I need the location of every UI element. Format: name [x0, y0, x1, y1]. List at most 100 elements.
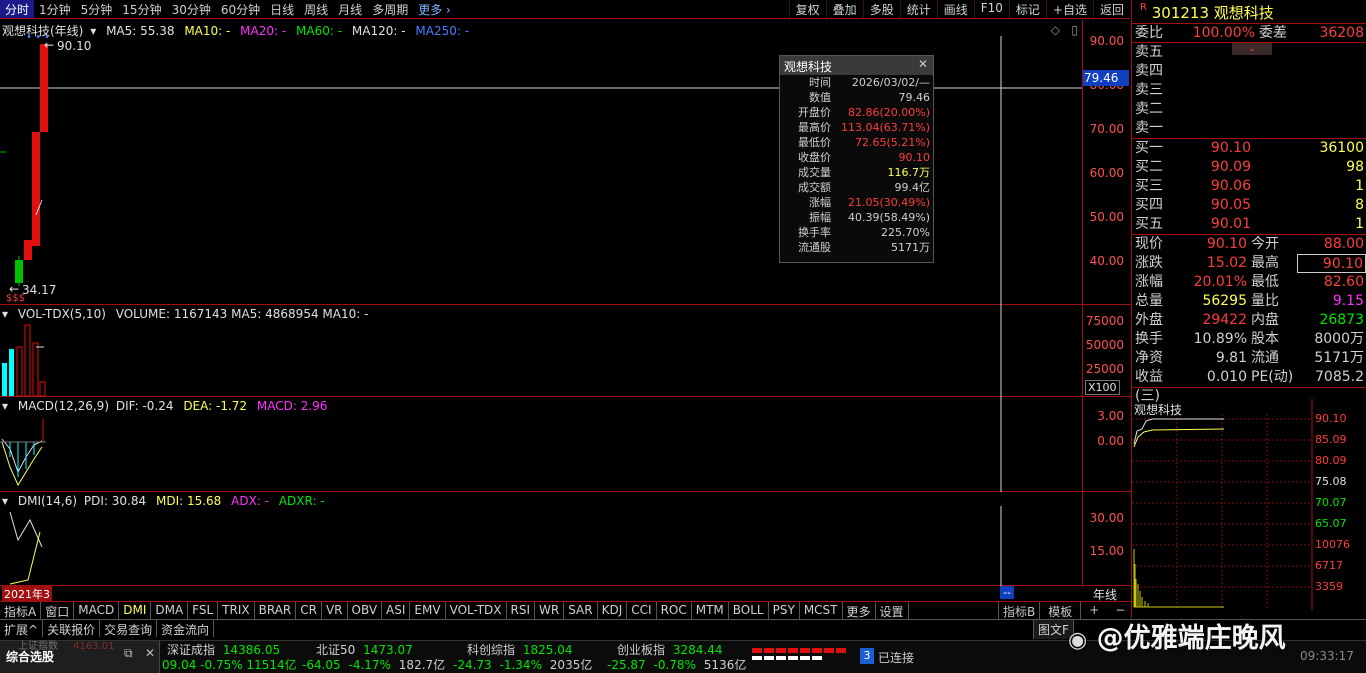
- tooltip-key: 流通股: [798, 241, 831, 254]
- indicator-tab[interactable]: CR: [296, 602, 322, 620]
- indicator-b-tab[interactable]: 指标B: [998, 602, 1041, 620]
- tool-button[interactable]: 复权: [788, 0, 826, 18]
- related-quotes-tab[interactable]: 关联报价: [43, 620, 101, 637]
- sell-row[interactable]: 卖一: [1132, 119, 1366, 138]
- expand-button[interactable]: 扩展^: [0, 620, 44, 637]
- tool-button[interactable]: +自选: [1045, 0, 1093, 18]
- index-ticker: 09.04 -0.75% 11514亿: [162, 656, 297, 673]
- indicator-tab[interactable]: DMA: [151, 602, 189, 620]
- index-amount: 2035亿: [549, 658, 593, 672]
- period-tab[interactable]: 多周期: [367, 0, 413, 18]
- indicator-tab[interactable]: MTM: [692, 602, 729, 620]
- index-pct: -4.17%: [348, 658, 391, 672]
- indicator-tab[interactable]: PSY: [769, 602, 800, 620]
- indicator-tab[interactable]: VOL-TDX: [446, 602, 507, 620]
- tool-button[interactable]: 多股: [862, 0, 900, 18]
- stat-value: 5171万: [1314, 350, 1364, 366]
- tooltip-value: 5171万: [891, 241, 930, 254]
- mini-chart[interactable]: 观想科技 90.10 85.09 80.09 75.08 70.07 65.07…: [1132, 399, 1366, 611]
- indicator-tab[interactable]: WR: [535, 602, 565, 620]
- period-tab[interactable]: 月线: [333, 0, 367, 18]
- tool-button[interactable]: 标记: [1008, 0, 1046, 18]
- stock-code: 301213: [1151, 4, 1209, 22]
- buy-row[interactable]: 买二 90.09 98: [1132, 158, 1366, 177]
- indicator-tab[interactable]: MACD: [74, 602, 120, 620]
- period-tab[interactable]: 5分钟: [76, 0, 118, 18]
- more-periods-button[interactable]: 更多 ›: [413, 0, 456, 18]
- indicator-tab[interactable]: DMI: [119, 602, 152, 620]
- buy-row[interactable]: 买四 90.05 8: [1132, 196, 1366, 215]
- float-window-icon[interactable]: ⧉: [124, 646, 133, 661]
- indicator-tab[interactable]: 更多: [843, 602, 876, 620]
- tool-button[interactable]: 画线: [936, 0, 974, 18]
- period-tab[interactable]: 30分钟: [167, 0, 216, 18]
- tooltip-key: 涨幅: [809, 196, 831, 209]
- buy-row[interactable]: 买三 90.06 1: [1132, 177, 1366, 196]
- indicator-tab[interactable]: BRAR: [255, 602, 297, 620]
- sell-row[interactable]: 卖二: [1132, 100, 1366, 119]
- tool-button[interactable]: 返回: [1092, 0, 1130, 18]
- kline-price-axis: 90.00 80.00 70.00 60.00 50.00 40.00 79.4…: [1082, 20, 1132, 305]
- indicator-tab[interactable]: RSI: [507, 602, 536, 620]
- index-pct: -0.78%: [653, 658, 696, 672]
- indicator-tab[interactable]: SAR: [564, 602, 598, 620]
- close-icon[interactable]: ✕: [145, 646, 155, 660]
- tool-button[interactable]: F10: [973, 0, 1009, 18]
- stat-value: 9.15: [1332, 293, 1364, 309]
- price-tick: 90.00: [1089, 34, 1124, 48]
- level-price: [1175, 81, 1251, 100]
- indicator-tab[interactable]: TRIX: [218, 602, 255, 620]
- trade-query-tab[interactable]: 交易查询: [100, 620, 158, 637]
- buy-row[interactable]: 买五 90.01 1: [1132, 215, 1366, 234]
- level-label: 卖五: [1135, 44, 1163, 60]
- tooltip-row: 最低价 72.65(5.21%): [780, 135, 933, 150]
- dmi-panel[interactable]: ▾ DMI(14,6) PDI: 30.84 MDI: 15.68 ADX: -…: [0, 492, 1082, 602]
- macd-panel[interactable]: ▾ MACD(12,26,9) DIF: -0.24 DEA: -1.72 MA…: [0, 397, 1082, 492]
- period-tab[interactable]: 周线: [299, 0, 333, 18]
- fund-flow-tab[interactable]: 资金流向: [157, 620, 215, 637]
- index-amount: 5136亿: [703, 658, 747, 672]
- indicator-tab[interactable]: 设置: [876, 602, 909, 620]
- sell-row[interactable]: 卖三: [1132, 81, 1366, 100]
- stock-header: R 301213 观想科技: [1132, 0, 1366, 24]
- period-tab[interactable]: 日线: [265, 0, 299, 18]
- indicator-tab[interactable]: CCI: [627, 602, 657, 620]
- stat-label: 总量: [1135, 293, 1163, 309]
- level-label: 卖二: [1135, 101, 1163, 117]
- tooltip-row: 涨幅 21.05(30.49%): [780, 195, 933, 210]
- tooltip-row: 数值 79.46: [780, 90, 933, 105]
- period-tab[interactable]: 分时: [0, 0, 35, 18]
- tooltip-row: 流通股 5171万: [780, 240, 933, 255]
- indicator-tab[interactable]: MCST: [800, 602, 843, 620]
- period-tab[interactable]: 1分钟: [34, 0, 76, 18]
- tool-button[interactable]: 叠加: [825, 0, 863, 18]
- dmi-tick: 30.00: [1089, 511, 1124, 525]
- indicator-tab[interactable]: BOLL: [729, 602, 769, 620]
- indicator-tab[interactable]: KDJ: [598, 602, 628, 620]
- close-icon[interactable]: ✕: [918, 57, 928, 71]
- indicator-tab[interactable]: 窗口: [41, 602, 75, 620]
- stat-label: 最低: [1251, 274, 1279, 290]
- tooltip-key: 振幅: [809, 211, 831, 224]
- stat-value: 29422: [1202, 312, 1247, 328]
- period-tab[interactable]: 60分钟: [216, 0, 265, 18]
- volume-panel[interactable]: ▾ VOL-TDX(5,10) VOLUME: 1167143 MA5: 486…: [0, 305, 1082, 397]
- indicator-tab[interactable]: VR: [322, 602, 348, 620]
- tooltip-value: 113.04(63.71%): [840, 121, 930, 134]
- mini-tick: 90.10: [1315, 412, 1347, 425]
- indicator-tab[interactable]: FSL: [188, 602, 219, 620]
- indicator-tab[interactable]: 指标A: [0, 602, 42, 620]
- indicator-tab[interactable]: OBV: [348, 602, 383, 620]
- stat-value: 8000万: [1314, 331, 1364, 347]
- tool-button[interactable]: 统计: [899, 0, 937, 18]
- indicator-tab[interactable]: ROC: [657, 602, 692, 620]
- stat-value: 26873: [1319, 312, 1364, 328]
- level-price: [1175, 62, 1251, 81]
- indicator-tab[interactable]: ASI: [382, 602, 411, 620]
- period-tab[interactable]: 15分钟: [117, 0, 166, 18]
- indicator-tab[interactable]: EMV: [410, 602, 446, 620]
- sell-row[interactable]: 卖四: [1132, 62, 1366, 81]
- collapse-icon[interactable]: ⌄: [1232, 43, 1272, 55]
- buy-row[interactable]: 买一 90.10 36100: [1132, 139, 1366, 158]
- level-volume: 8: [1355, 197, 1364, 213]
